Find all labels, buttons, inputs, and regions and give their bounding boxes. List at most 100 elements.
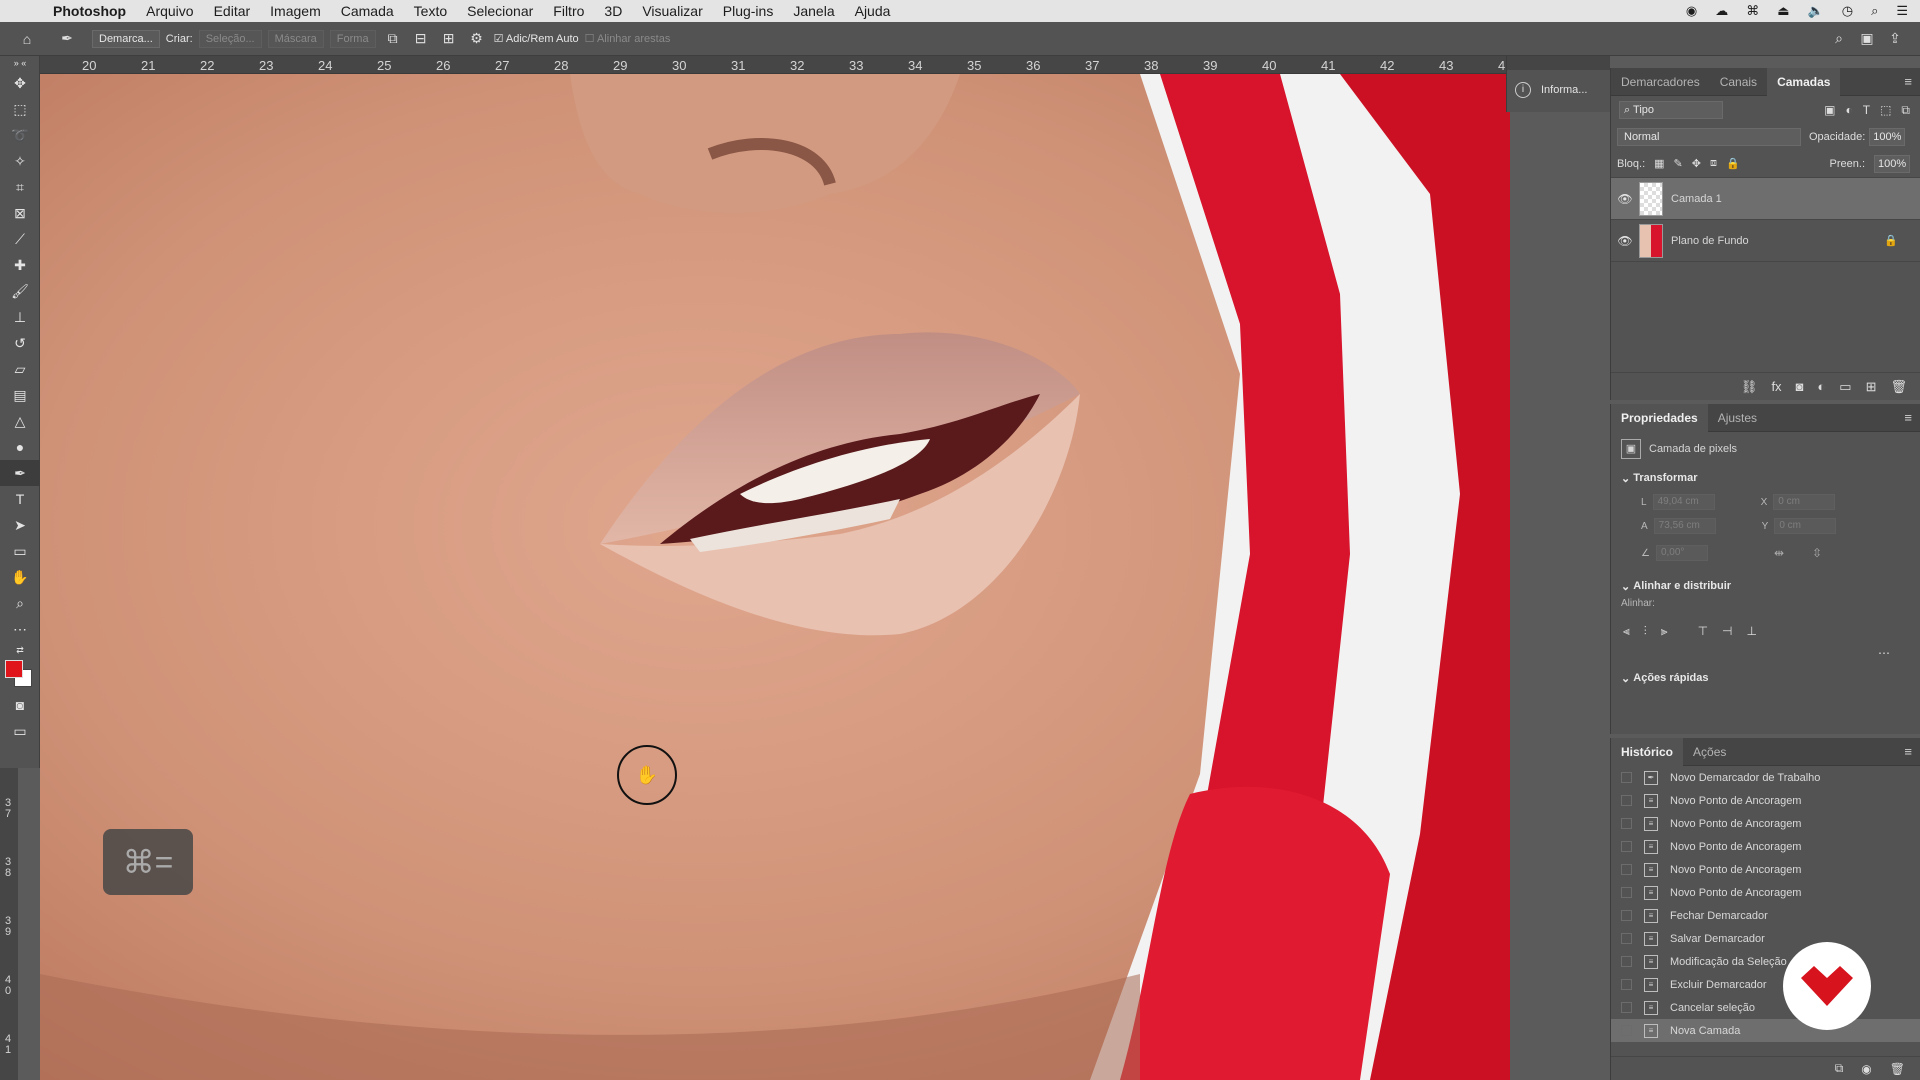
history-item[interactable]: ≡ Fechar Demarcador	[1611, 904, 1920, 927]
eye-icon[interactable]: 👁	[1611, 234, 1639, 248]
tab-history[interactable]: Histórico	[1611, 737, 1684, 766]
blend-mode-select[interactable]: Normal	[1617, 128, 1801, 146]
quick-mask-icon[interactable]: ◙	[0, 692, 40, 718]
panel-menu-icon[interactable]: ≡	[1904, 74, 1912, 89]
history-snapshot-checkbox[interactable]	[1621, 933, 1632, 944]
flip-vertical-icon[interactable]: ⇳	[1812, 546, 1822, 560]
stamp-tool-icon[interactable]: ⊥	[0, 304, 40, 330]
gradient-tool-icon[interactable]: ▤	[0, 382, 40, 408]
menu-editar[interactable]: Editar	[214, 3, 251, 19]
history-item[interactable]: ≡ Novo Ponto de Ancoragem	[1611, 881, 1920, 904]
zoom-tool-icon[interactable]: ⌕	[0, 590, 40, 616]
filter-adjust-icon[interactable]: ◐	[1845, 103, 1852, 117]
history-brush-tool-icon[interactable]: ↺	[0, 330, 40, 356]
app-menu[interactable]: Photoshop	[53, 3, 126, 19]
lock-position-icon[interactable]: ✥	[1692, 157, 1701, 170]
menu-visualizar[interactable]: Visualizar	[642, 3, 702, 19]
history-snapshot-checkbox[interactable]	[1621, 887, 1632, 898]
shape-button[interactable]: Forma	[329, 29, 376, 48]
y-input[interactable]: 0 cm	[1774, 518, 1837, 534]
lock-pixels-icon[interactable]: ✎	[1674, 157, 1683, 170]
eject-icon[interactable]: ⏏	[1777, 3, 1789, 19]
control-center-icon[interactable]: ☰	[1896, 3, 1908, 19]
tab-actions[interactable]: Ações	[1683, 738, 1736, 766]
dodge-tool-icon[interactable]: ●	[0, 434, 40, 460]
search-icon[interactable]: ⌕	[1828, 28, 1850, 50]
gear-icon[interactable]: ⚙	[466, 28, 488, 50]
tab-layers[interactable]: Camadas	[1767, 67, 1841, 96]
menu-janela[interactable]: Janela	[793, 3, 834, 19]
panel-menu-icon[interactable]: ≡	[1904, 410, 1912, 425]
share-icon[interactable]: ⇪	[1884, 28, 1906, 50]
history-snapshot-checkbox[interactable]	[1621, 910, 1632, 921]
type-tool-icon[interactable]: T	[0, 486, 40, 512]
foreground-color-swatch[interactable]	[5, 660, 23, 678]
fx-icon[interactable]: fx	[1771, 379, 1781, 394]
new-document-from-state-icon[interactable]: ⧉	[1835, 1061, 1844, 1076]
fill-input[interactable]: 100%	[1874, 154, 1910, 173]
trash-icon[interactable]: 🗑	[1890, 1062, 1905, 1076]
cloud-icon[interactable]: ☁	[1715, 3, 1728, 19]
lock-transparency-icon[interactable]: ▦	[1654, 157, 1664, 170]
tab-adjustments[interactable]: Ajustes	[1708, 404, 1767, 432]
info-button[interactable]: i Informa...	[1507, 70, 1610, 110]
group-folder-icon[interactable]: ▭	[1839, 379, 1851, 395]
history-item[interactable]: ≡ Novo Ponto de Ancoragem	[1611, 858, 1920, 881]
more-tools-icon[interactable]: ⋯	[0, 616, 40, 642]
history-snapshot-checkbox[interactable]	[1621, 841, 1632, 852]
move-tool-icon[interactable]: ✥	[0, 70, 40, 96]
more-options-icon[interactable]: ⋯	[1611, 646, 1920, 666]
history-snapshot-checkbox[interactable]	[1621, 818, 1632, 829]
auto-add-checkbox[interactable]: ☑ Adic/Rem Auto	[494, 32, 579, 45]
menu-plugins[interactable]: Plug-ins	[723, 3, 774, 19]
menu-arquivo[interactable]: Arquivo	[146, 3, 193, 19]
healing-brush-tool-icon[interactable]: ✚	[0, 252, 40, 278]
tab-channels[interactable]: Canais	[1710, 68, 1767, 96]
workspace-icon[interactable]: ▣	[1856, 28, 1878, 50]
eye-icon[interactable]: 👁	[1611, 192, 1639, 206]
history-snapshot-checkbox[interactable]	[1621, 795, 1632, 806]
mask-icon[interactable]: ◙	[1796, 379, 1804, 394]
path-arrangement-icon[interactable]: ⊞	[438, 28, 460, 50]
history-snapshot-checkbox[interactable]	[1621, 956, 1632, 967]
tab-properties[interactable]: Propriedades	[1611, 403, 1708, 432]
menu-texto[interactable]: Texto	[414, 3, 447, 19]
volume-icon[interactable]: 🔈	[1808, 3, 1824, 19]
opacity-input[interactable]: 100%	[1869, 128, 1906, 146]
crop-tool-icon[interactable]: ⌗	[0, 174, 40, 200]
link-icon[interactable]: ⛓	[1741, 379, 1758, 395]
eyedropper-tool-icon[interactable]: ⟋	[0, 226, 40, 252]
swap-colors-icon[interactable]: ⇄	[0, 642, 40, 658]
path-operations-icon[interactable]: ⧉	[382, 28, 404, 50]
align-section-header[interactable]: ⌄ Alinhar e distribuir	[1611, 574, 1920, 598]
history-snapshot-checkbox[interactable]	[1621, 772, 1632, 783]
brush-tool-icon[interactable]: 🖌	[0, 278, 40, 304]
history-item[interactable]: ≡ Novo Ponto de Ancoragem	[1611, 812, 1920, 835]
history-item[interactable]: ≡ Salvar Demarcador	[1611, 927, 1920, 950]
adjustment-layer-icon[interactable]: ◐	[1817, 379, 1825, 394]
marquee-tool-icon[interactable]: ⬚	[0, 96, 40, 122]
path-mode-select[interactable]: Demarca...	[92, 29, 160, 48]
filter-pixel-icon[interactable]: ▣	[1824, 103, 1835, 117]
x-input[interactable]: 0 cm	[1773, 494, 1836, 510]
eraser-tool-icon[interactable]: ▱	[0, 356, 40, 382]
screen-mode-icon[interactable]: ▭	[0, 718, 40, 744]
menu-3d[interactable]: 3D	[604, 3, 622, 19]
layer-row[interactable]: 👁 Plano de Fundo 🔒	[1611, 220, 1920, 262]
snapshot-icon[interactable]: ◉	[1861, 1062, 1871, 1076]
layer-row[interactable]: 👁 Camada 1	[1611, 178, 1920, 220]
pen-tool-icon[interactable]: ✒	[0, 460, 40, 486]
lasso-tool-icon[interactable]: ➰	[0, 122, 40, 148]
blur-tool-icon[interactable]: △	[0, 408, 40, 434]
history-item[interactable]: ≡ Excluir Demarcador	[1611, 973, 1920, 996]
menu-imagem[interactable]: Imagem	[270, 3, 321, 19]
menu-selecionar[interactable]: Selecionar	[467, 3, 533, 19]
pen-tool-preset-icon[interactable]: ✒	[56, 28, 78, 50]
align-bottom-icon[interactable]: ⊥	[1746, 624, 1756, 638]
flip-horizontal-icon[interactable]: ⇹	[1774, 546, 1784, 560]
mask-button[interactable]: Máscara	[267, 29, 324, 48]
filter-shape-icon[interactable]: ⬚	[1880, 103, 1891, 117]
magic-wand-tool-icon[interactable]: ✧	[0, 148, 40, 174]
history-snapshot-checkbox[interactable]	[1621, 864, 1632, 875]
history-snapshot-checkbox[interactable]	[1621, 1025, 1632, 1036]
